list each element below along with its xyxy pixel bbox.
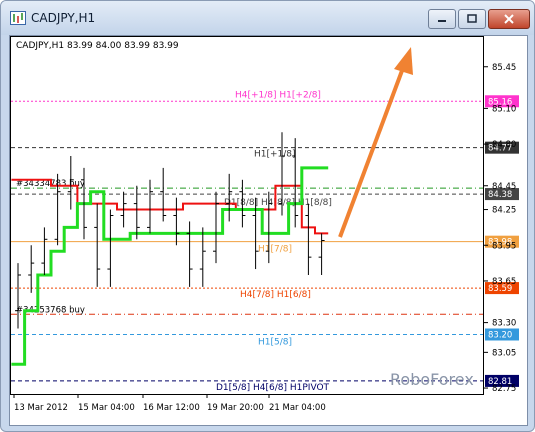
y-tick-label: 84.25: [492, 206, 516, 216]
candle: [318, 233, 325, 275]
candle: [147, 179, 153, 234]
time-axis[interactable]: 13 Mar 2012 15 Mar 04:00 16 Mar 12:00 19 Ma…: [13, 394, 326, 413]
y-tick-label: 85.10: [492, 104, 516, 114]
candle: [160, 167, 167, 222]
y-tick-label: 83.30: [492, 319, 516, 329]
x-tick-label: 15 Mar 04:00: [78, 403, 135, 413]
chart-window: CADJPY,H1 H4[+1/8] H1[+2/8] 85.16 H1[+1/8]…: [0, 0, 535, 432]
level-label: H1[7/8]: [258, 245, 292, 255]
forecast-arrow: [338, 47, 413, 238]
x-tick-label: 21 Mar 04:00: [269, 403, 326, 413]
close-icon: [504, 14, 514, 24]
level-label: H4[+1/8] H1[+2/8]: [235, 90, 321, 100]
level-label: H4[7/8] H1[6/8]: [240, 290, 311, 300]
watermark: RoboForex: [390, 370, 474, 389]
maximize-icon: [467, 14, 477, 23]
level-label: H1[+1/8]: [254, 150, 296, 160]
y-tick-label: 84.45: [492, 182, 516, 192]
candle: [107, 209, 114, 287]
candle: [15, 263, 21, 329]
y-tick-label: 83.05: [492, 348, 516, 358]
level-label: D1[8/8] H4[8/8] H1[8/8]: [224, 198, 332, 208]
candle: [213, 191, 219, 264]
price-axis[interactable]: 85.45 85.10 84.80 84.45 84.25 83.95 83.65 83.30…: [484, 63, 516, 394]
x-tick-label: 16 Mar 12:00: [143, 403, 200, 413]
y-tick-label: 84.80: [492, 140, 516, 150]
title-bar[interactable]: CADJPY,H1: [1, 1, 534, 35]
candle: [199, 227, 206, 287]
y-tick-label: 83.95: [492, 241, 516, 251]
chart-info-header: CADJPY,H1 83.99 84.00 83.99 83.99: [16, 41, 179, 51]
minimize-icon: [438, 20, 446, 22]
chart-window-icon: [10, 11, 26, 25]
y-tick-label: 82.75: [492, 384, 516, 394]
level-label: H1[5/8]: [258, 338, 292, 348]
chart-area[interactable]: H4[+1/8] H1[+2/8] 85.16 H1[+1/8] 84.77 D1[8/…: [9, 35, 528, 426]
candle: [28, 245, 35, 293]
y-tick-label: 85.45: [492, 63, 516, 73]
close-button[interactable]: [488, 9, 530, 29]
x-tick-label: 19 Mar 20:00: [207, 403, 264, 413]
window-title: CADJPY,H1: [31, 11, 96, 25]
minimize-button[interactable]: [428, 9, 456, 29]
candle: [94, 203, 101, 287]
x-tick-label: 13 Mar 2012: [14, 403, 68, 413]
y-tick-label: 83.65: [492, 277, 516, 287]
level-label: D1[5/8] H4[6/8] H1PIVOT: [216, 383, 330, 393]
candle: [305, 203, 312, 275]
price-chart[interactable]: H4[+1/8] H1[+2/8]85.16H1[+1/8]84.77D1[8/…: [10, 36, 527, 425]
maximize-button[interactable]: [458, 9, 486, 29]
candle: [186, 221, 193, 287]
candle: [41, 227, 48, 275]
level-price-label: 83.20: [488, 331, 512, 341]
candle: [173, 197, 180, 246]
